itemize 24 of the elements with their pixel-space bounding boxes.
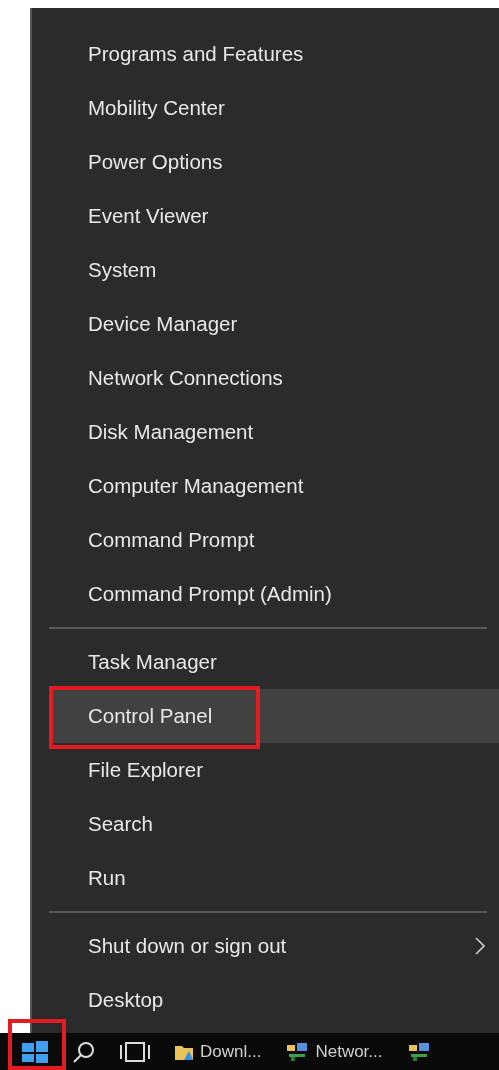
menu-item[interactable]: Disk Management: [49, 405, 499, 459]
menu-item[interactable]: Search: [49, 797, 499, 851]
network-icon: [285, 1041, 310, 1062]
menu-item[interactable]: Task Manager: [49, 635, 499, 689]
menu-item[interactable]: Shut down or sign out: [49, 919, 499, 973]
taskbar-button[interactable]: Downl...: [162, 1033, 274, 1070]
menu-item[interactable]: Programs and Features: [49, 27, 499, 81]
taskbar-button[interactable]: Networ...: [273, 1033, 395, 1070]
task-view-icon: [120, 1040, 150, 1063]
windows-icon: [22, 1040, 48, 1063]
search-icon: [72, 1039, 96, 1064]
menu-item[interactable]: Run: [49, 851, 499, 905]
menu-item[interactable]: Network Connections: [49, 351, 499, 405]
network-icon: [406, 1041, 431, 1062]
menu-item[interactable]: Computer Management: [49, 459, 499, 513]
menu-item[interactable]: Device Manager: [49, 297, 499, 351]
menu-item[interactable]: Command Prompt: [49, 513, 499, 567]
menu-item[interactable]: Desktop: [49, 973, 499, 1027]
menu-item[interactable]: File Explorer: [49, 743, 499, 797]
menu-item[interactable]: Command Prompt (Admin): [49, 567, 499, 621]
menu-item[interactable]: Mobility Center: [49, 81, 499, 135]
menu-item[interactable]: System: [49, 243, 499, 297]
menu-item[interactable]: Event Viewer: [49, 189, 499, 243]
menu-item[interactable]: Power Options: [49, 135, 499, 189]
